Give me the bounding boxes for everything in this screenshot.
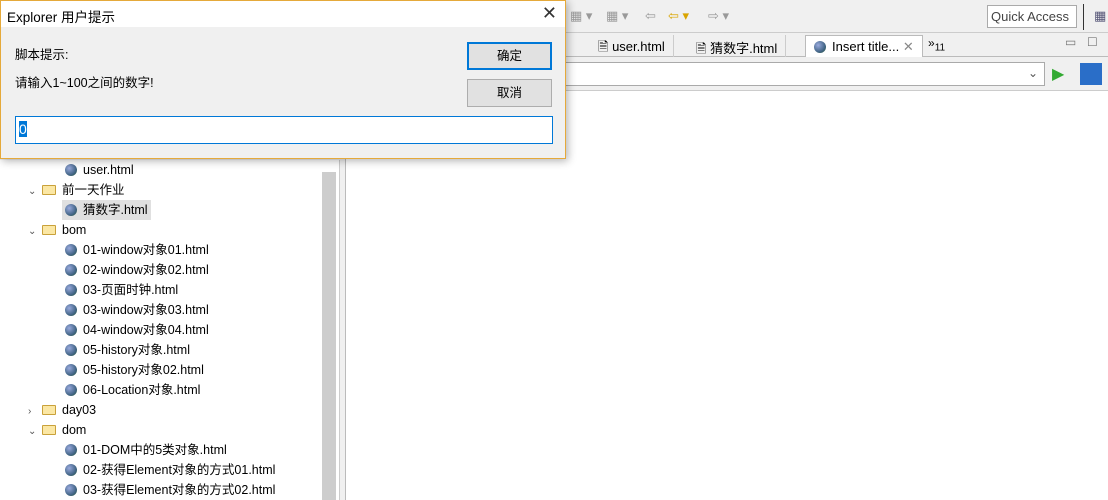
url-combobox[interactable]: ⌄	[560, 62, 1045, 86]
folder-icon	[42, 425, 56, 435]
toolbar-icon[interactable]: ▦ ▾	[570, 8, 592, 24]
prompt-message: 请输入1~100之间的数字!	[15, 76, 154, 90]
globe-icon	[65, 364, 77, 376]
back-icon[interactable]: ⇦ ▾	[668, 8, 689, 24]
chevron-down-icon[interactable]: ⌄	[1028, 66, 1038, 80]
back-nav-icon[interactable]: ⇦	[645, 8, 656, 24]
globe-icon	[65, 324, 77, 336]
globe-icon	[65, 204, 77, 216]
globe-icon	[65, 484, 77, 496]
tree-file[interactable]: user.html	[62, 160, 137, 180]
tree-file[interactable]: 05-history对象.html	[62, 340, 193, 360]
folder-icon	[42, 225, 56, 235]
tree-file[interactable]: 02-window对象02.html	[62, 260, 212, 280]
chevron-right-icon[interactable]: ›	[28, 402, 42, 422]
tree-folder[interactable]: ⌄ 前一天作业	[28, 180, 125, 200]
file-icon: 🗎	[598, 39, 609, 54]
dialog-titlebar: Explorer 用户提示 ✕	[1, 1, 565, 27]
prompt-dialog: Explorer 用户提示 ✕ 脚本提示: 请输入1~100之间的数字! 确定 取…	[0, 0, 566, 159]
perspective-icon[interactable]: ▦	[1094, 8, 1106, 24]
forward-icon[interactable]: ⇨ ▾	[708, 8, 729, 24]
quick-access-input[interactable]: Quick Access	[987, 5, 1077, 28]
maximize-icon[interactable]: ☐	[1087, 35, 1098, 49]
prompt-input[interactable]: 0	[15, 116, 553, 144]
cancel-button[interactable]: 取消	[467, 79, 552, 107]
tree-folder[interactable]: ⌄ dom	[28, 420, 86, 440]
browser-icon[interactable]	[1080, 63, 1102, 85]
tree-folder[interactable]: › day03	[28, 400, 96, 420]
close-icon[interactable]: ✕	[903, 39, 914, 54]
tree-folder[interactable]: ⌄ bom	[28, 220, 86, 240]
project-explorer: user.html ⌄ 前一天作业 猜数字.html ⌄ bom 01-window对象01…	[0, 160, 340, 500]
editor-tabs: 🗎 user.html 🗎 猜数字.html Insert title... ✕…	[560, 33, 1108, 57]
tree-file[interactable]: 02-获得Element对象的方式01.html	[62, 460, 278, 480]
ok-button[interactable]: 确定	[467, 42, 552, 70]
globe-icon	[65, 444, 77, 456]
globe-icon	[65, 464, 77, 476]
tabs-overflow-button[interactable]: »11	[928, 36, 945, 53]
tree-file[interactable]: 03-页面时钟.html	[62, 280, 181, 300]
tree-file[interactable]: 03-获得Element对象的方式02.html	[62, 480, 278, 500]
tree-file[interactable]: 06-Location对象.html	[62, 380, 203, 400]
globe-icon	[65, 304, 77, 316]
tree-file[interactable]: 01-window对象01.html	[62, 240, 212, 260]
tree-file[interactable]: 04-window对象04.html	[62, 320, 212, 340]
divider	[1083, 4, 1084, 30]
file-icon: 🗎	[696, 41, 707, 56]
globe-icon	[814, 41, 826, 53]
folder-icon	[42, 405, 56, 415]
chevron-down-icon[interactable]: ⌄	[28, 182, 42, 202]
tree-file[interactable]: 05-history对象02.html	[62, 360, 207, 380]
tab-insert-title[interactable]: Insert title... ✕	[805, 35, 923, 57]
script-label: 脚本提示:	[15, 48, 69, 62]
globe-icon	[65, 344, 77, 356]
globe-icon	[65, 384, 77, 396]
globe-icon	[65, 284, 77, 296]
tree-file[interactable]: 01-DOM中的5类对象.html	[62, 440, 230, 460]
globe-icon	[65, 264, 77, 276]
go-icon[interactable]: ▶	[1052, 64, 1064, 84]
scrollbar[interactable]	[322, 172, 336, 500]
chevron-down-icon[interactable]: ⌄	[28, 422, 42, 442]
globe-icon	[65, 244, 77, 256]
minimize-icon[interactable]: ▭	[1065, 35, 1076, 49]
close-button[interactable]: ✕	[542, 3, 557, 24]
chevron-down-icon[interactable]: ⌄	[28, 222, 42, 242]
globe-icon	[65, 164, 77, 176]
toolbar-icon[interactable]: ▦ ▾	[606, 8, 628, 24]
tab-user-html[interactable]: 🗎 user.html	[590, 35, 674, 57]
tree-file[interactable]: 猜数字.html	[62, 200, 151, 220]
tab-guess-number[interactable]: 🗎 猜数字.html	[688, 35, 787, 57]
tree-file[interactable]: 03-window对象03.html	[62, 300, 212, 320]
folder-icon	[42, 185, 56, 195]
